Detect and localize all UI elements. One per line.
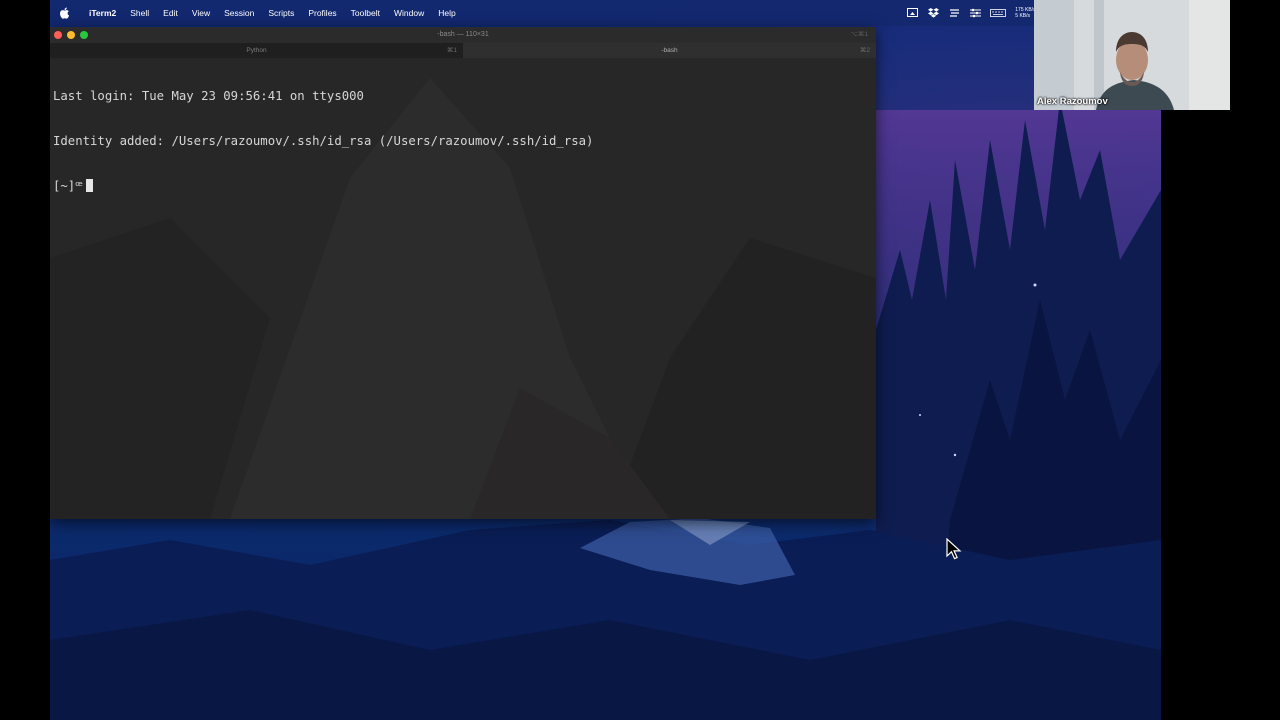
menu-scripts[interactable]: Scripts [261,8,301,18]
menu-profiles[interactable]: Profiles [301,8,343,18]
menu-bar: iTerm2 Shell Edit View Session Scripts P… [50,0,1161,26]
terminal-titlebar[interactable]: -bash — 110×31 ⌥⌘1 [50,27,876,43]
network-down-rate: 5 KB/s [1015,13,1031,19]
output-line-login: Last login: Tue May 23 09:56:41 on ttys0… [53,89,364,103]
apple-icon[interactable] [50,7,82,19]
text-cursor [85,179,93,192]
menu-toolbelt[interactable]: Toolbelt [344,8,387,18]
terminal-output[interactable]: Last login: Tue May 23 09:56:41 on ttys0… [53,59,593,224]
tab-bash[interactable]: -bash ⌘2 [463,43,876,58]
mouse-pointer-icon [946,538,962,560]
screen-share-icon[interactable] [906,7,918,19]
tab-label: Python [246,47,267,54]
tab-python[interactable]: Python ⌘1 [50,43,463,58]
stack-icon[interactable] [948,7,960,19]
desktop: iTerm2 Shell Edit View Session Scripts P… [50,0,1161,720]
window-shortcut: ⌥⌘1 [850,31,868,38]
dropbox-icon[interactable] [927,7,939,19]
keyboard-meter-icon[interactable] [990,7,1007,19]
tab-shortcut: ⌘1 [446,47,457,54]
terminal-window: -bash — 110×31 ⌥⌘1 Python ⌘1 -bash ⌘2 La… [50,27,876,519]
menu-view[interactable]: View [185,8,217,18]
participant-name: Alex Razoumov [1037,96,1108,107]
webcam-feed: Alex Razoumov [1034,0,1230,110]
network-monitor[interactable]: 175 KB/s 5 KB/s [1015,7,1035,19]
tab-label: -bash [661,47,678,54]
menu-help[interactable]: Help [431,8,462,18]
shell-prompt: [~]ꟹ [53,179,83,193]
menu-app-name[interactable]: iTerm2 [82,8,123,18]
output-line-identity: Identity added: /Users/razoumov/.ssh/id_… [53,134,594,148]
menu-edit[interactable]: Edit [156,8,185,18]
tab-shortcut: ⌘2 [859,47,870,54]
tab-bar: Python ⌘1 -bash ⌘2 [50,43,876,58]
window-title: -bash — 110×31 [437,31,489,38]
menu-shell[interactable]: Shell [123,8,156,18]
menu-sliders-icon[interactable] [969,7,981,19]
presenter-video [1034,0,1230,110]
menu-window[interactable]: Window [387,8,431,18]
menu-session[interactable]: Session [217,8,261,18]
prompt-line: [~]ꟹ [53,179,593,194]
